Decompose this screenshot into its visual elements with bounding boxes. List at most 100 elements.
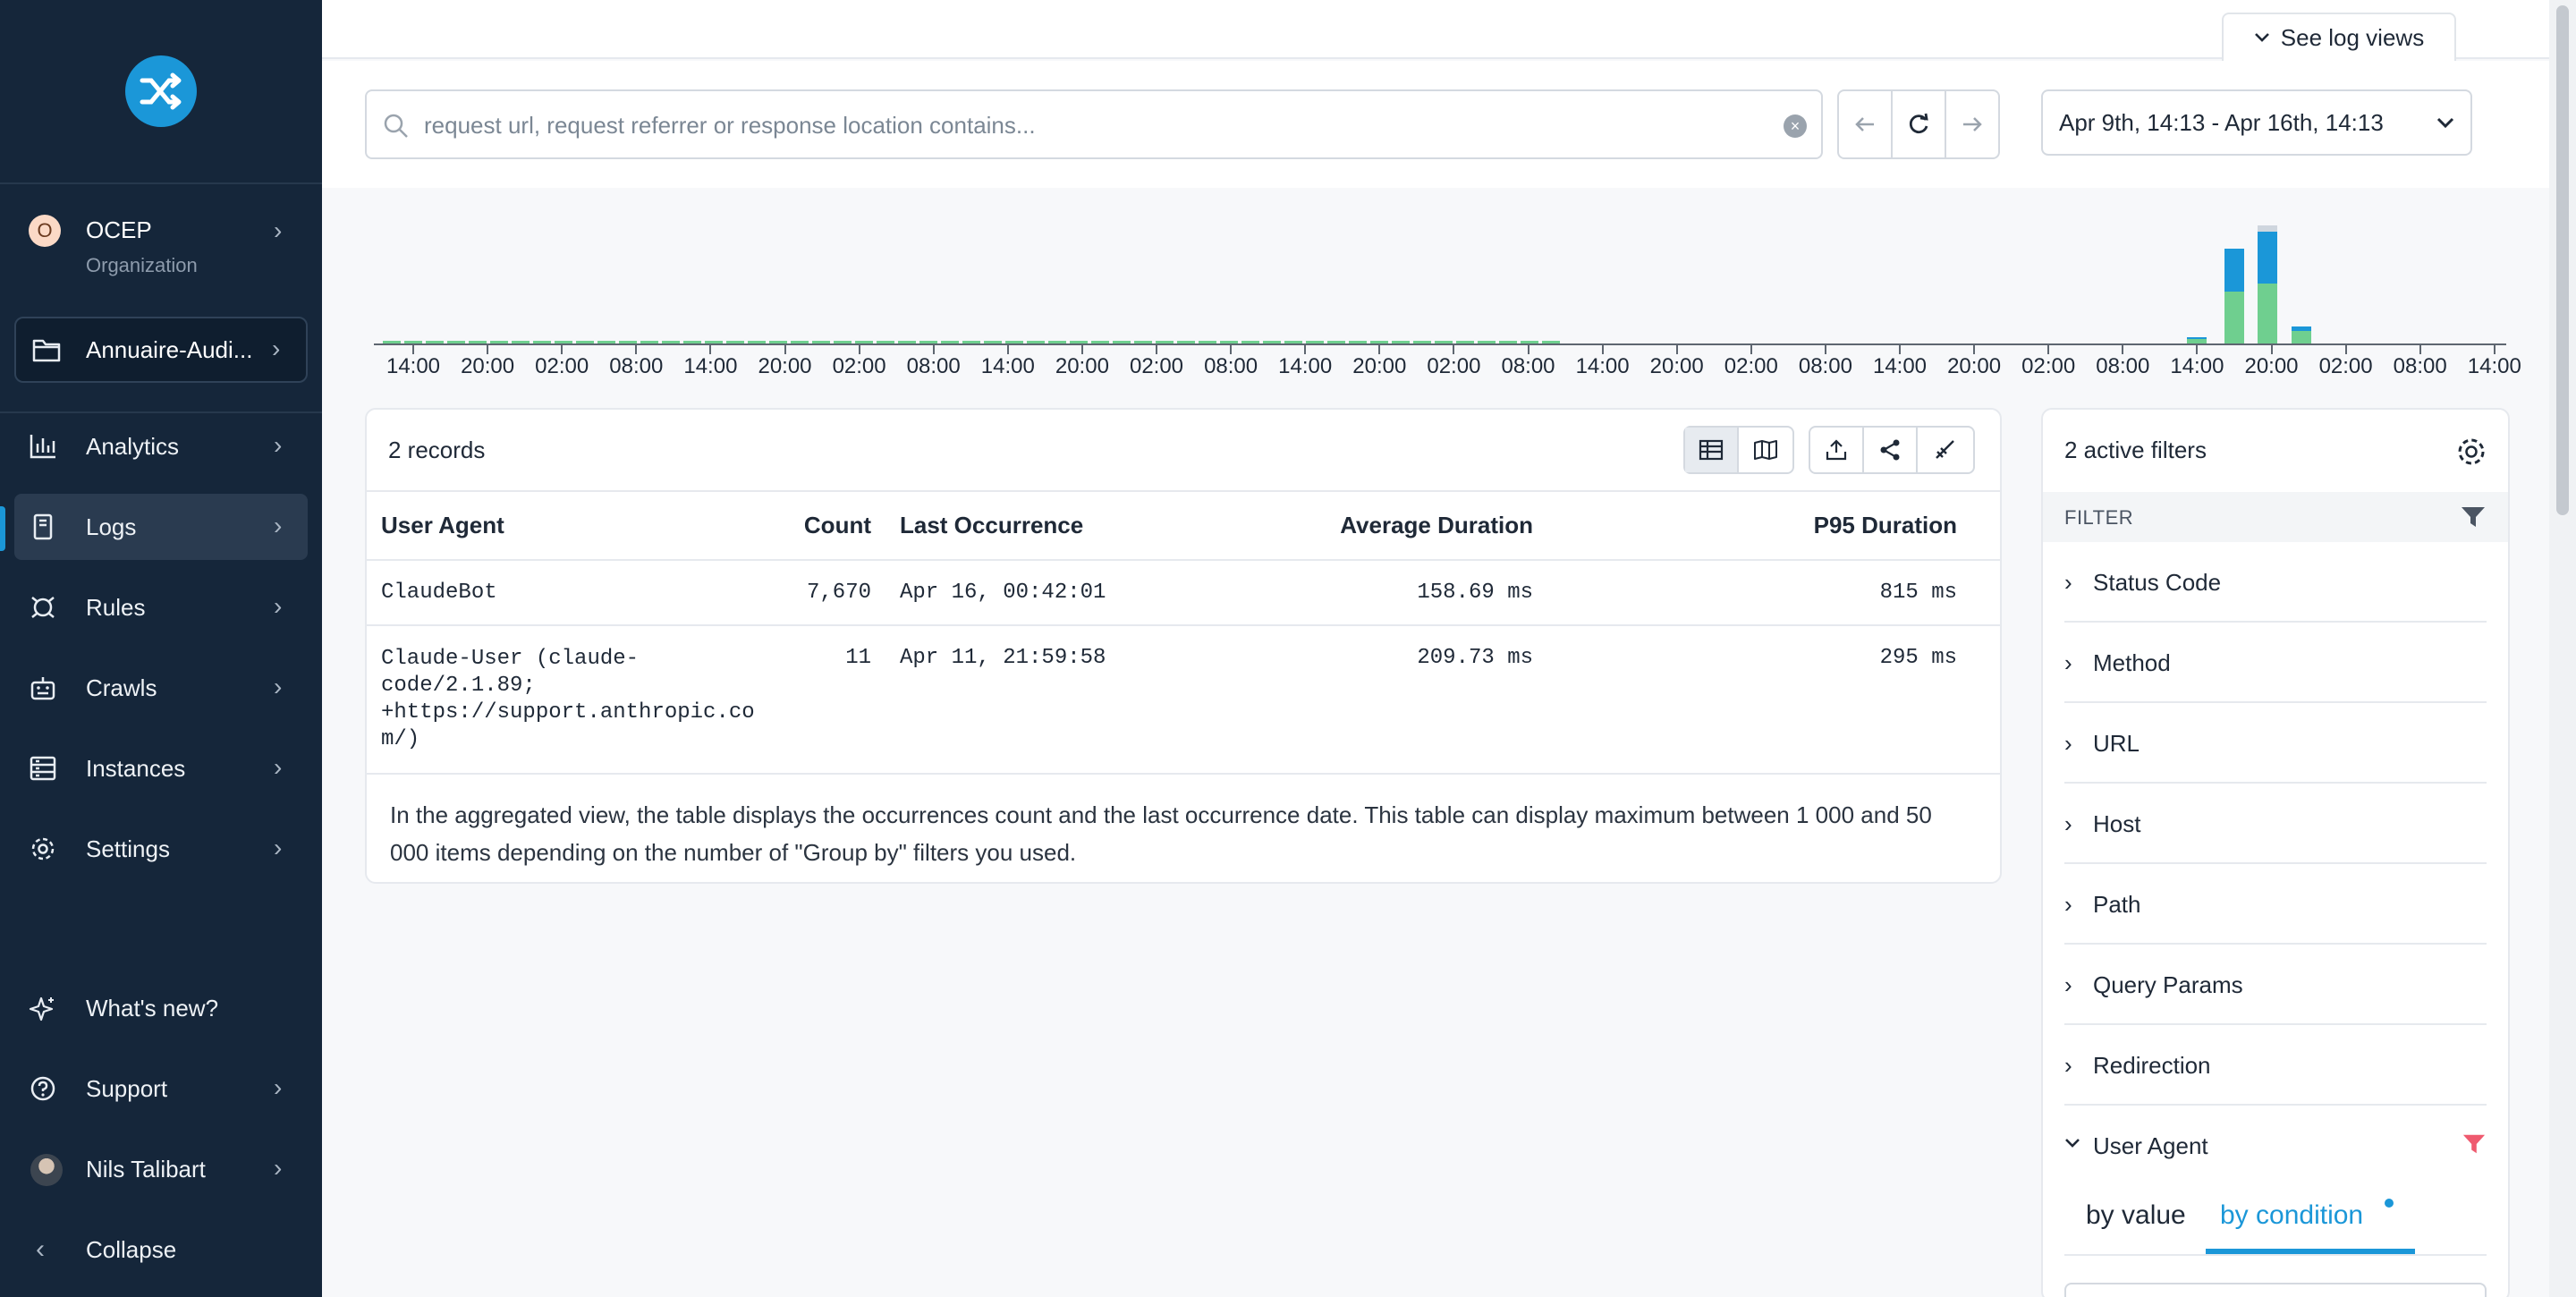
- records-card: 2 records User Agent Count Last Occurren…: [365, 408, 2002, 884]
- filter-method[interactable]: › Method: [2064, 623, 2487, 703]
- tab-by-value[interactable]: by value: [2086, 1200, 2186, 1231]
- collapse-button[interactable]: ‹ Collapse: [14, 1216, 308, 1283]
- histogram-bar: [383, 341, 401, 343]
- refresh-button[interactable]: [1893, 91, 1946, 157]
- filters-panel: 2 active filters FILTER › Status Code › Me…: [2041, 408, 2510, 1297]
- histogram-bar: [1048, 341, 1066, 343]
- chevron-right-icon: ›: [274, 216, 283, 244]
- cell-count: 7,670: [778, 560, 886, 626]
- histogram-tick: [1973, 345, 1976, 354]
- sidebar-item-instances[interactable]: Instances ›: [14, 735, 308, 801]
- filter-path[interactable]: › Path: [2064, 864, 2487, 945]
- histogram-tick-label: 08:00: [2096, 354, 2150, 378]
- cell-user-agent: ClaudeBot: [367, 560, 778, 626]
- gear-icon[interactable]: [2454, 435, 2488, 469]
- previous-period-button[interactable]: [1839, 91, 1893, 157]
- histogram-tick: [2047, 345, 2050, 354]
- search-input[interactable]: [424, 106, 1748, 145]
- see-log-views-label: See log views: [2280, 23, 2425, 51]
- histogram-bar: [1263, 341, 1281, 343]
- chevron-right-icon: ›: [274, 1154, 283, 1182]
- histogram-tick-label: 14:00: [980, 354, 1035, 378]
- histogram-bar: [1156, 341, 1174, 343]
- clear-search-icon[interactable]: ×: [1784, 114, 1807, 138]
- share-button[interactable]: [1864, 428, 1918, 472]
- table-row[interactable]: Claude-User (claude- code/2.1.89; +https…: [367, 625, 2000, 775]
- date-range-picker[interactable]: Apr 9th, 14:13 - Apr 16th, 14:13: [2041, 89, 2472, 156]
- column-header-average-duration[interactable]: Average Duration: [1154, 492, 1547, 561]
- condition-input[interactable]: [2064, 1283, 2487, 1297]
- column-header-count[interactable]: Count: [778, 492, 886, 561]
- column-header-user-agent[interactable]: User Agent: [367, 492, 778, 561]
- histogram-tick: [784, 345, 786, 354]
- scrollbar-thumb[interactable]: [2556, 5, 2569, 515]
- histogram-bar: [533, 341, 551, 343]
- active-filter-funnel-icon[interactable]: [2462, 1132, 2487, 1156]
- sidebar-item-whats-new[interactable]: What's new?: [14, 975, 308, 1041]
- histogram-bar: [447, 341, 465, 343]
- histogram-bar: [1349, 341, 1367, 343]
- histogram-bar: [2291, 326, 2311, 331]
- tab-by-condition[interactable]: by condition: [2220, 1200, 2363, 1231]
- histogram-bar: [1199, 341, 1216, 343]
- histogram-bar: [2258, 232, 2278, 284]
- filter-status-code[interactable]: › Status Code: [2064, 542, 2487, 623]
- sidebar-item-label: Crawls: [86, 674, 157, 701]
- sidebar-item-user[interactable]: Nils Talibart ›: [14, 1136, 308, 1202]
- histogram-bar: [919, 341, 937, 343]
- map-view-button[interactable]: [1739, 428, 1792, 472]
- chevron-right-icon: ›: [274, 673, 283, 700]
- main-content: See log views × Apr 9th, 14:13 - Apr 16t…: [322, 0, 2549, 1297]
- histogram-bar: [1241, 341, 1259, 343]
- histogram-tick: [1304, 345, 1307, 354]
- histogram-bar: [855, 341, 873, 343]
- sidebar-item-settings[interactable]: Settings ›: [14, 816, 308, 882]
- histogram-tick: [561, 345, 564, 354]
- app-logo[interactable]: [125, 55, 197, 127]
- sidebar-item-analytics[interactable]: Analytics ›: [14, 413, 308, 479]
- histogram-bar: [984, 341, 1002, 343]
- org-switcher[interactable]: O OCEP Organization ›: [14, 199, 308, 288]
- histogram-bar: [769, 341, 787, 343]
- column-header-last-occurrence[interactable]: Last Occurrence: [886, 492, 1154, 561]
- histogram-tick-label: 20:00: [461, 354, 515, 378]
- histogram-bar: [662, 341, 680, 343]
- filter-query-params[interactable]: › Query Params: [2064, 945, 2487, 1025]
- filter-label: URL: [2093, 730, 2140, 757]
- histogram-tick-label: 08:00: [906, 354, 961, 378]
- histogram-tick: [932, 345, 935, 354]
- histogram-bar: [2258, 225, 2278, 233]
- funnel-icon[interactable]: [2460, 504, 2487, 530]
- filter-url[interactable]: › URL: [2064, 703, 2487, 784]
- filter-label: User Agent: [2093, 1132, 2208, 1159]
- table-view-button[interactable]: [1685, 428, 1739, 472]
- histogram-bar: [812, 341, 830, 343]
- filter-redirection[interactable]: › Redirection: [2064, 1025, 2487, 1106]
- next-period-button[interactable]: [1946, 91, 1998, 157]
- filter-label: Method: [2093, 649, 2171, 676]
- filter-section-header: FILTER: [2043, 492, 2508, 542]
- filter-user-agent[interactable]: User Agent: [2064, 1106, 2487, 1186]
- see-log-views-button[interactable]: See log views: [2222, 13, 2456, 61]
- clear-filters-button[interactable]: [1918, 428, 1971, 472]
- sidebar-item-rules[interactable]: Rules ›: [14, 574, 308, 640]
- histogram-bar: [576, 341, 594, 343]
- sidebar-item-support[interactable]: Support ›: [14, 1055, 308, 1122]
- histogram-tick-label: 08:00: [609, 354, 664, 378]
- histogram-bar: [2187, 339, 2207, 343]
- sidebar-item-logs[interactable]: Logs ›: [14, 494, 308, 560]
- sidebar-item-crawls[interactable]: Crawls ›: [14, 655, 308, 721]
- histogram-tick-label: 20:00: [1352, 354, 1407, 378]
- histogram-bar: [898, 341, 916, 343]
- project-switcher[interactable]: Annuaire-Audi... ›: [14, 317, 308, 383]
- broom-icon: [1936, 440, 1954, 459]
- chevron-left-icon: ‹: [36, 1234, 45, 1264]
- export-button[interactable]: [1810, 428, 1864, 472]
- filter-host[interactable]: › Host: [2064, 784, 2487, 864]
- histogram-tick-label: 08:00: [1501, 354, 1555, 378]
- histogram-bar: [426, 341, 444, 343]
- histogram-bar: [640, 341, 658, 343]
- page-scrollbar[interactable]: [2549, 0, 2576, 1297]
- table-row[interactable]: ClaudeBot 7,670 Apr 16, 00:42:01 158.69 …: [367, 560, 2000, 626]
- column-header-p95-duration[interactable]: P95 Duration: [1547, 492, 2000, 561]
